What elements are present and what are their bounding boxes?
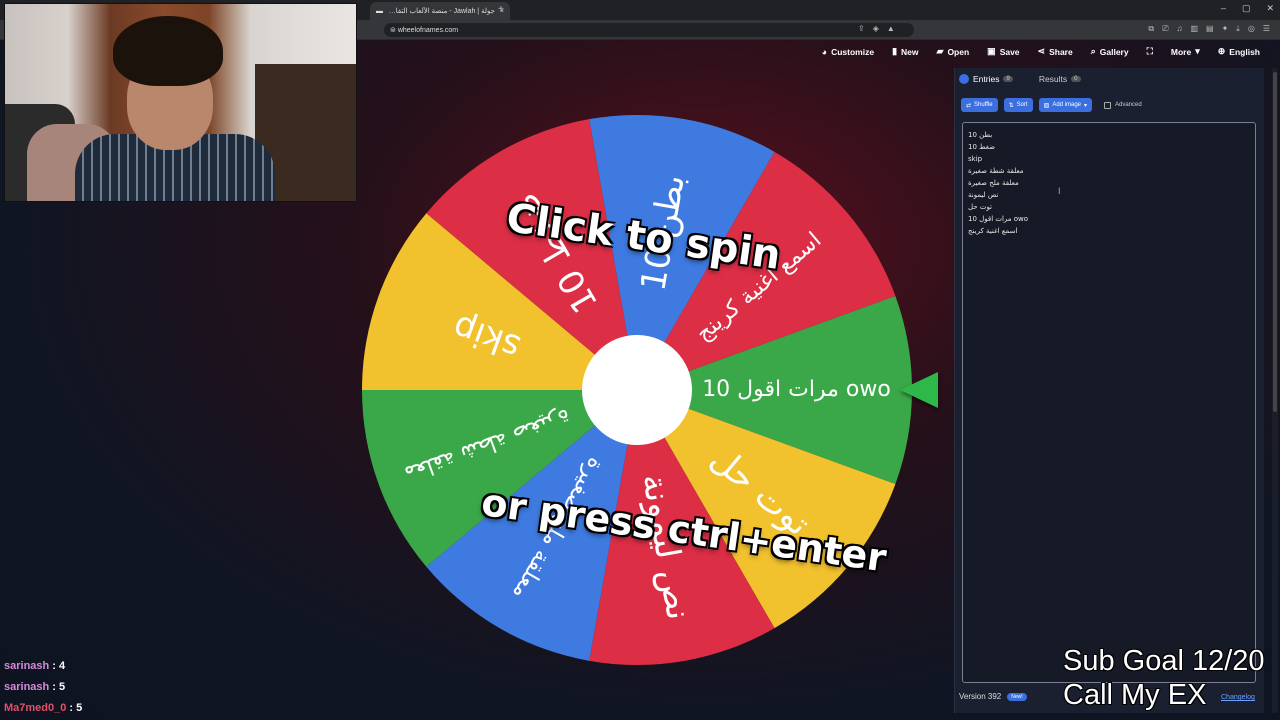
overlay-caption: Call My EX (1063, 679, 1207, 711)
chat-username: Ma7med0_0 (4, 702, 67, 714)
tab-favicon-icon: ▬ (376, 7, 383, 15)
entry-line: توت حل (968, 203, 993, 211)
screen: ▬ جولة | Jawlah - منصة الألعاب التفاعلية… (0, 0, 1280, 720)
wheel-segment-label: مرات اقول 10 owo (702, 377, 891, 402)
scrollbar-thumb[interactable] (1273, 72, 1277, 412)
save-button[interactable]: ▣ Save (987, 46, 1019, 57)
wheel-hub[interactable] (582, 335, 692, 445)
globe-icon: ⊕ (1217, 46, 1226, 56)
url-field[interactable]: ⊜ wheelofnames.com (384, 23, 914, 37)
close-window-icon[interactable]: ✕ (1266, 3, 1274, 14)
maximize-icon[interactable]: ▢ (1242, 3, 1251, 14)
tabs-icon[interactable]: ▤ (1206, 24, 1214, 34)
top-navigation: ◕ Customize ▮ New ▰ Open ▣ Save ⋖ Share ⌕ Gall… (822, 46, 1260, 57)
gallery-button[interactable]: ⌕ Gallery (1091, 46, 1129, 57)
music-icon[interactable]: ♫ (1176, 24, 1182, 34)
wallet-icon[interactable]: ◎ (1248, 24, 1255, 34)
file-icon: ▮ (892, 46, 898, 56)
new-badge: New! (1007, 692, 1027, 701)
page-scrollbar[interactable] (1272, 68, 1278, 713)
sort-icon: ⇅ (1008, 102, 1014, 109)
share-icon: ⋖ (1037, 46, 1046, 56)
entry-line: معلقة ملح صغيرة (968, 179, 1019, 187)
chevron-down-icon: ▾ (1195, 46, 1200, 56)
entry-line: بطن 10 (968, 131, 993, 139)
window-controls: – ▢ ✕ (1221, 3, 1274, 14)
share-page-icon[interactable]: ⇪ (858, 24, 865, 33)
extension-icon[interactable]: ⧉ (1148, 24, 1154, 34)
tab-results[interactable]: Results 0 (1035, 74, 1081, 84)
new-button[interactable]: ▮ New (892, 46, 918, 57)
stream-overlay: Sub Goal 12/20 Call My EX (1063, 644, 1265, 712)
fullscreen-button[interactable]: ⛶ (1147, 46, 1153, 57)
save-icon: ▣ (987, 46, 996, 56)
chat-text: : 5 (66, 702, 83, 714)
wheel-pointer-icon (900, 372, 938, 408)
entries-panel: Entries 9 Results 0 ⇄ Shuffle ⇅ Sort ▨ Add … (954, 68, 1278, 713)
shield-icon[interactable]: ◈ (873, 24, 879, 33)
chevron-down-icon: ▾ (1084, 102, 1088, 109)
wheel[interactable]: مرات اقول 10 owo توت حل نص ليمونة معلقة ملح… (362, 115, 912, 665)
new-tab-icon[interactable]: + (498, 4, 504, 15)
menu-icon[interactable]: ☰ (1263, 24, 1270, 34)
advanced-checkbox[interactable]: Advanced (1104, 101, 1142, 109)
palette-icon: ◕ (821, 46, 828, 57)
text-cursor-icon: I (1058, 186, 1061, 196)
entries-count-badge: 9 (1003, 76, 1013, 82)
extension-icon[interactable]: ⎚ (1162, 24, 1168, 34)
chat-text: : 4 (49, 660, 66, 672)
browser-tab[interactable]: ▬ جولة | Jawlah - منصة الألعاب التفاعلية… (370, 2, 510, 20)
checkbox-icon (1104, 101, 1112, 109)
entries-textarea[interactable]: بطن 10 ضغط 10 skip معلقة شطة صغيرة معلقة ملح… (962, 122, 1256, 683)
puzzle-icon[interactable]: ✦ (1222, 24, 1229, 34)
fullscreen-icon: ⛶ (1146, 46, 1153, 56)
download-icon[interactable]: ⤓ (1236, 24, 1240, 34)
extension-icons: ⧉ ⎚ ♫ ▥ ▤ ✦ ⤓ ◎ ☰ (1148, 24, 1270, 34)
sidebar-icon[interactable]: ▥ (1190, 24, 1198, 34)
shuffle-button[interactable]: ⇄ Shuffle (961, 98, 998, 112)
language-button[interactable]: ⊕ English (1218, 46, 1260, 57)
entry-line: نص ليمونة (968, 191, 999, 199)
image-icon: ▨ (1043, 102, 1050, 109)
search-icon: ⌕ (1090, 46, 1096, 56)
sub-goal-text: Sub Goal 12/20 (1063, 645, 1265, 677)
minimize-icon[interactable]: – (1221, 3, 1226, 14)
entry-line: مرات اقول 10 owo (968, 215, 1029, 223)
alert-icon[interactable]: ▲ (887, 24, 895, 33)
entries-toolbar: ⇄ Shuffle ⇅ Sort ▨ Add image ▾ Advanced (961, 98, 1142, 112)
entry-line: معلقة شطة صغيرة (968, 167, 1024, 175)
folder-icon: ▰ (936, 46, 944, 56)
site-info-icon[interactable]: ⊜ (390, 27, 398, 34)
url-text: wheelofnames.com (397, 27, 459, 34)
add-image-button[interactable]: ▨ Add image ▾ (1038, 98, 1093, 112)
collapse-icon[interactable] (959, 74, 969, 84)
shuffle-icon: ⇄ (966, 102, 972, 109)
tab-entries[interactable]: Entries 9 (955, 74, 1013, 84)
results-count-badge: 0 (1071, 76, 1081, 82)
entry-line: skip (968, 155, 983, 163)
version-info: Version 392 New! (959, 692, 1027, 701)
wheel-graphic[interactable]: مرات اقول 10 owoتوت حلنص ليمونةمعلقة ملح… (362, 115, 912, 665)
entry-line: ضغط 10 (968, 143, 996, 151)
chat-message: sarinash : 4 (4, 656, 82, 677)
chat-message: Ma7med0_0 : 5 (4, 698, 82, 719)
chat-username: sarinash (4, 660, 50, 672)
stream-chat: sarinash : 4 sarinash : 5 Ma7med0_0 : 5 (4, 656, 82, 719)
open-button[interactable]: ▰ Open (937, 46, 970, 57)
sort-button[interactable]: ⇅ Sort (1003, 98, 1033, 112)
customize-button[interactable]: ◕ Customize (822, 47, 874, 57)
tab-title: جولة | Jawlah - منصة الألعاب التفاعلية (388, 8, 495, 15)
more-button[interactable]: More ▾ (1171, 46, 1200, 57)
chat-message: sarinash : 5 (4, 677, 82, 698)
entry-line: اسمع اغنية كرينج (968, 227, 1018, 235)
webcam-feed (4, 3, 357, 202)
share-button[interactable]: ⋖ Share (1038, 46, 1073, 57)
url-action-icons: ⇪ ◈ ▲ (858, 24, 895, 33)
panel-tabs: Entries 9 Results 0 (955, 74, 1081, 84)
chat-username: sarinash (4, 681, 50, 693)
chat-text: : 5 (49, 681, 66, 693)
